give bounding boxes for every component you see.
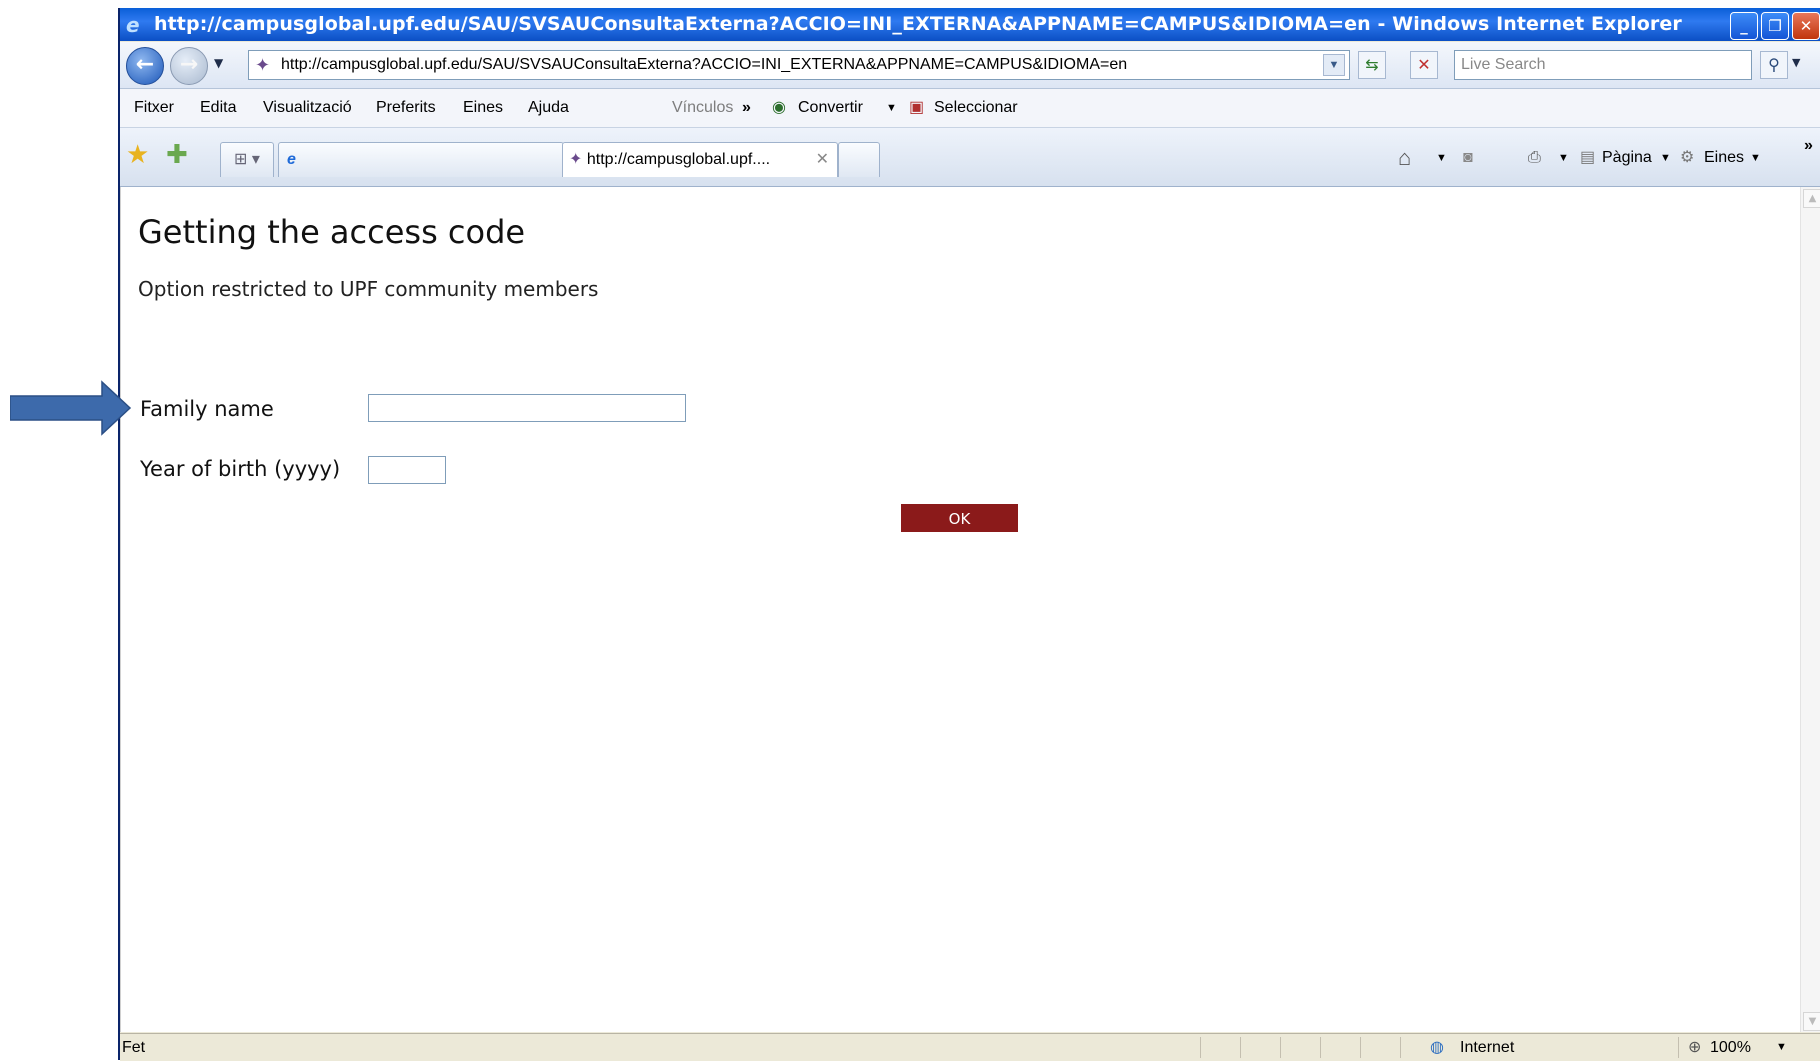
home-icon[interactable]: ⌂ (1398, 144, 1411, 172)
favorites-star-icon[interactable]: ★ (126, 140, 149, 170)
add-favorite-icon[interactable]: ✚ (166, 140, 188, 170)
zoom-dropdown-icon[interactable]: ▼ (1776, 1034, 1787, 1061)
search-options-icon[interactable]: ▼ (1792, 56, 1800, 69)
page-subtitle: Option restricted to UPF community membe… (138, 277, 599, 301)
page-title: Getting the access code (138, 213, 526, 251)
zoom-level[interactable]: 100% (1710, 1034, 1751, 1061)
refresh-icon[interactable]: ⇆ (1358, 51, 1386, 79)
minimize-button[interactable]: _ (1730, 12, 1758, 40)
status-divider (1240, 1037, 1241, 1058)
family-name-label: Family name (140, 397, 274, 421)
home-dropdown-icon[interactable]: ▼ (1436, 144, 1447, 172)
status-text: Fet (122, 1039, 146, 1056)
tab-favicon-icon: ✦ (569, 151, 583, 168)
title-bar: e http://campusglobal.upf.edu/SAU/SVSAUC… (120, 8, 1820, 41)
close-button[interactable]: ✕ (1792, 12, 1820, 40)
ie-tab-icon: e (287, 151, 296, 168)
tools-menu[interactable]: Eines (1704, 144, 1744, 172)
zoom-icon: ⊕ (1688, 1039, 1702, 1056)
links-label[interactable]: Vínculos (672, 89, 733, 127)
page-icon: ▤ (1580, 149, 1596, 166)
zone-label: Internet (1460, 1039, 1515, 1056)
status-bar: Fet ◍ Internet ⊕ 100% ▼ (120, 1033, 1820, 1061)
address-url[interactable]: http://campusglobal.upf.edu/SAU/SVSAUCon… (281, 51, 1127, 79)
search-input[interactable]: Live Search (1454, 50, 1752, 80)
more-tools-icon[interactable]: » (1804, 132, 1813, 160)
convert-icon: ◉ (772, 99, 786, 116)
gear-icon: ⚙ (1680, 149, 1695, 166)
feeds-icon[interactable]: ◙ (1463, 144, 1473, 172)
status-divider (1360, 1037, 1361, 1058)
status-divider (1678, 1037, 1679, 1058)
address-dropdown-icon[interactable]: ▼ (1323, 54, 1345, 76)
status-divider (1280, 1037, 1281, 1058)
annotation-arrow-icon (10, 380, 132, 436)
globe-icon: ◍ (1430, 1039, 1444, 1056)
print-dropdown-icon[interactable]: ▼ (1558, 144, 1569, 172)
tab-blank[interactable]: e (278, 142, 564, 177)
menu-bar: Fitxer Edita Visualització Preferits Ein… (120, 89, 1820, 128)
menu-item-view[interactable]: Visualització (263, 89, 352, 127)
search-placeholder: Live Search (1461, 56, 1546, 73)
back-button[interactable]: ← (126, 47, 164, 85)
search-icon[interactable]: ⚲ (1760, 51, 1788, 79)
select-icon: ▣ (909, 99, 925, 116)
menu-item-tools[interactable]: Eines (463, 89, 503, 127)
menu-item-file[interactable]: Fitxer (134, 89, 174, 127)
print-icon[interactable]: ⎙ (1528, 144, 1541, 172)
scroll-down-icon[interactable]: ▼ (1803, 1012, 1820, 1031)
page-content: Getting the access code Option restricte… (120, 187, 1801, 1032)
ok-button[interactable]: OK (901, 504, 1018, 532)
stop-icon[interactable]: ✕ (1410, 51, 1438, 79)
restore-button[interactable]: ❐ (1761, 12, 1789, 40)
convert-button[interactable]: Convertir (798, 89, 863, 127)
status-divider (1400, 1037, 1401, 1058)
ie-window: e http://campusglobal.upf.edu/SAU/SVSAUC… (118, 8, 1820, 1061)
forward-button[interactable]: → (170, 47, 208, 85)
tools-dropdown-icon[interactable]: ▼ (1750, 144, 1761, 172)
year-of-birth-field[interactable] (368, 456, 446, 484)
site-favicon-icon: ✦ (255, 55, 271, 75)
menu-item-favorites[interactable]: Preferits (376, 89, 436, 127)
status-divider (1200, 1037, 1201, 1058)
page-menu[interactable]: Pàgina (1602, 144, 1652, 172)
page-dropdown-icon[interactable]: ▼ (1660, 144, 1671, 172)
new-tab-button[interactable] (838, 142, 880, 177)
chevron-right-icon[interactable]: » (742, 89, 751, 127)
scroll-up-icon[interactable]: ▲ (1803, 189, 1820, 208)
address-row: ← → ▼ ✦ http://campusglobal.upf.edu/SAU/… (120, 42, 1820, 89)
vertical-scrollbar[interactable]: ▲ ▼ (1800, 187, 1820, 1032)
address-bar[interactable]: ✦ http://campusglobal.upf.edu/SAU/SVSAUC… (248, 50, 1350, 80)
year-of-birth-label: Year of birth (yyyy) (140, 457, 341, 481)
family-name-field[interactable] (368, 394, 686, 422)
select-button[interactable]: Seleccionar (934, 89, 1018, 127)
quick-tabs-icon[interactable]: ⊞ ▾ (220, 142, 274, 177)
window-title: http://campusglobal.upf.edu/SAU/SVSAUCon… (154, 13, 1682, 35)
tab-row: ★ ✚ ⊞ ▾ e ✦ http://campusglobal.upf.... … (120, 128, 1820, 187)
ie-logo-icon: e (126, 13, 140, 37)
menu-item-edit[interactable]: Edita (200, 89, 236, 127)
menu-item-help[interactable]: Ajuda (528, 89, 569, 127)
close-tab-icon[interactable]: ✕ (816, 143, 829, 177)
status-divider (1320, 1037, 1321, 1058)
history-dropdown-icon[interactable]: ▼ (214, 56, 223, 70)
tab-active-label: http://campusglobal.upf.... (586, 151, 771, 168)
tab-active[interactable]: ✦ http://campusglobal.upf.... ✕ (562, 142, 838, 177)
convert-dropdown-icon[interactable]: ▼ (886, 89, 897, 127)
